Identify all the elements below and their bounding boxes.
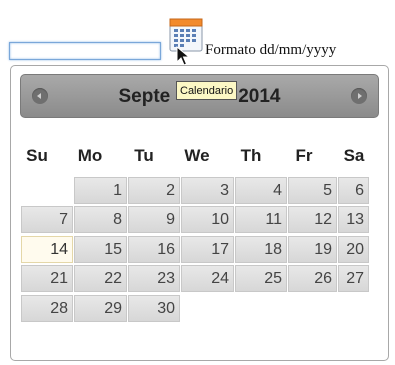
- date-input[interactable]: [9, 42, 161, 60]
- day-cell[interactable]: 16: [128, 236, 180, 263]
- day-cell[interactable]: 27: [338, 265, 369, 292]
- day-cell[interactable]: 13: [338, 206, 369, 233]
- day-cell[interactable]: 3: [181, 177, 234, 204]
- day-cell[interactable]: 24: [181, 265, 234, 292]
- datepicker-popup: Septe 2014 Su Mo Tu We Th Fr Sa 1 2 3 4 5 6 7 8 9 10 11 12 1…: [10, 65, 389, 361]
- day-cell[interactable]: 22: [74, 265, 127, 292]
- day-cell[interactable]: 23: [128, 265, 180, 292]
- day-cell[interactable]: 11: [235, 206, 287, 233]
- day-cell[interactable]: 10: [181, 206, 234, 233]
- weekday-header: Fr: [295, 146, 313, 165]
- next-month-button[interactable]: [351, 88, 367, 104]
- day-cell[interactable]: 21: [21, 265, 73, 292]
- month-title-left: Septe: [118, 86, 171, 107]
- day-cell[interactable]: 6: [338, 177, 369, 204]
- next-month-icon: [358, 93, 362, 99]
- day-cell[interactable]: 14: [21, 236, 73, 263]
- mouse-cursor-icon: [176, 46, 191, 66]
- day-cell[interactable]: 5: [288, 177, 337, 204]
- day-cell[interactable]: 2: [128, 177, 180, 204]
- day-cell[interactable]: 26: [288, 265, 337, 292]
- day-cell[interactable]: 15: [74, 236, 127, 263]
- day-cell[interactable]: 30: [128, 295, 180, 322]
- weekday-header: Th: [240, 146, 262, 165]
- day-cell[interactable]: 20: [338, 236, 369, 263]
- month-title-right: 2014: [238, 86, 281, 107]
- day-cell[interactable]: 9: [128, 206, 180, 233]
- tooltip: Calendario: [176, 81, 238, 100]
- day-cell[interactable]: 18: [235, 236, 287, 263]
- format-hint: Formato dd/mm/yyyy: [205, 42, 337, 58]
- weekday-header: Tu: [134, 146, 154, 165]
- weekday-header: Su: [26, 146, 48, 165]
- day-cell[interactable]: 7: [21, 206, 73, 233]
- day-cell[interactable]: 4: [235, 177, 287, 204]
- weekday-header: Mo: [77, 146, 103, 165]
- day-cell[interactable]: 19: [288, 236, 337, 263]
- day-cell[interactable]: 8: [74, 206, 127, 233]
- day-cell[interactable]: 25: [235, 265, 287, 292]
- day-cell[interactable]: 29: [74, 295, 127, 322]
- day-cell[interactable]: 12: [288, 206, 337, 233]
- day-cell[interactable]: 17: [181, 236, 234, 263]
- day-cell[interactable]: 1: [74, 177, 127, 204]
- weekday-header: We: [184, 146, 210, 165]
- weekday-header: Sa: [343, 146, 365, 165]
- day-cell[interactable]: 28: [21, 295, 73, 322]
